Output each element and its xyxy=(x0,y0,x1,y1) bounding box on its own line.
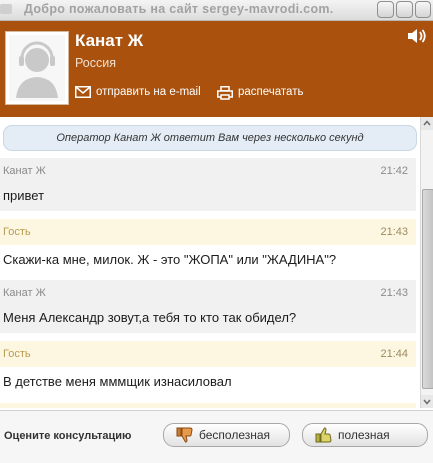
operator-notice: Оператор Канат Ж ответит Вам через неско… xyxy=(3,125,417,151)
rate-label: Оцените консультацию xyxy=(4,430,132,442)
operator-header: Канат Ж Россия отправить на e-mail распе… xyxy=(0,21,433,117)
scroll-up-arrow[interactable] xyxy=(421,117,433,130)
mail-icon xyxy=(75,86,91,98)
rating-bar: Оцените консультацию бесполезная полезна… xyxy=(0,410,433,463)
chat-scrollbar[interactable] xyxy=(420,117,433,408)
email-link[interactable]: отправить на e-mail xyxy=(75,85,215,101)
user-silhouette-icon xyxy=(6,32,68,104)
message-text-row: Скажи-ка мне, милок. Ж - это "ЖОПА" или … xyxy=(0,245,416,275)
scroll-down-arrow[interactable] xyxy=(421,395,433,408)
printer-icon xyxy=(217,86,233,100)
message-text: Меня Александр зовут,а тебя то кто так о… xyxy=(3,310,297,325)
close-button[interactable] xyxy=(415,1,431,18)
rate-useful-label[interactable]: полезная xyxy=(338,424,390,446)
title-bar: Добро пожаловать на сайт sergey-mavrodi.… xyxy=(0,0,433,21)
message-time: 21:43 xyxy=(380,226,408,238)
rate-useless-label[interactable]: бесполезная xyxy=(199,424,270,446)
email-link-label[interactable]: отправить на e-mail xyxy=(96,86,201,98)
message-header: Гость 21:43 xyxy=(0,219,416,245)
sound-icon[interactable] xyxy=(407,28,427,44)
print-link-label[interactable]: распечатать xyxy=(238,86,303,98)
message-text: Скажи-ка мне, милок. Ж - это "ЖОПА" или … xyxy=(3,252,337,267)
message-time: 21:44 xyxy=(380,348,408,360)
scroll-thumb[interactable] xyxy=(422,189,433,389)
app-icon xyxy=(0,4,12,14)
print-link[interactable]: распечатать xyxy=(217,85,317,101)
next-message-header xyxy=(0,403,416,408)
thumbs-down-icon xyxy=(176,427,193,443)
message-text: привет xyxy=(3,188,45,203)
message-author: Гость xyxy=(3,348,31,360)
window-title: Добро пожаловать на сайт sergey-mavrodi.… xyxy=(24,2,334,16)
avatar xyxy=(5,31,69,105)
message-text: В детстве меня мммщик изнасиловал xyxy=(3,374,232,389)
message-text-row: Меня Александр зовут,а тебя то кто так о… xyxy=(0,303,416,333)
chevron-down-icon xyxy=(423,399,431,405)
thumbs-up-icon xyxy=(315,427,332,443)
message-text-row: привет xyxy=(0,181,416,211)
rate-useful-button[interactable]: полезная xyxy=(302,423,428,447)
chat-log: Оператор Канат Ж ответит Вам через неско… xyxy=(0,117,420,408)
chevron-up-icon xyxy=(423,120,431,126)
maximize-button[interactable] xyxy=(396,1,413,18)
rate-useless-button[interactable]: бесполезная xyxy=(163,423,290,447)
message-text-row: В детстве меня мммщик изнасиловал xyxy=(0,367,416,397)
message-header: Гость 21:44 xyxy=(0,341,416,367)
minimize-button[interactable] xyxy=(377,1,394,18)
message-author: Гость xyxy=(3,226,31,238)
operator-name: Канат Ж xyxy=(75,31,144,50)
operator-country: Россия xyxy=(75,56,116,70)
